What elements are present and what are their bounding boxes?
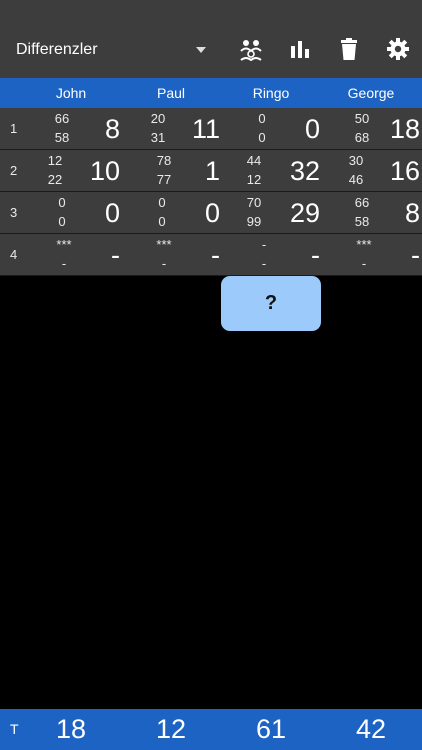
total-paul: 12 <box>155 714 187 744</box>
round-difference: - <box>411 240 420 270</box>
player-name-ringo[interactable]: Ringo <box>221 78 321 108</box>
round-difference: 29 <box>289 198 320 228</box>
round-difference: 8 <box>404 198 420 228</box>
round-difference: 10 <box>89 156 120 186</box>
player-name-john[interactable]: John <box>21 78 121 108</box>
round-difference: - <box>111 240 120 270</box>
round-points: 46 <box>348 172 364 187</box>
player-name-george[interactable]: George <box>321 78 421 108</box>
score-cell[interactable]: 78 77 1 <box>121 150 221 191</box>
round-difference: - <box>211 240 220 270</box>
round-guess: 70 <box>246 195 262 210</box>
score-cell[interactable]: *** - - <box>321 234 422 275</box>
round-points: 31 <box>150 130 166 145</box>
round-points: 12 <box>246 172 262 187</box>
total-john: 18 <box>55 714 87 744</box>
help-label: ? <box>264 292 278 314</box>
round-number: 2 <box>10 163 18 178</box>
round-points: 22 <box>47 172 63 187</box>
score-cell[interactable]: *** - - <box>121 234 221 275</box>
score-cell[interactable]: 0 0 0 <box>21 192 121 233</box>
score-cell[interactable]: 66 58 8 <box>21 108 121 149</box>
round-number: 1 <box>10 121 18 136</box>
chevron-down-icon <box>196 47 206 53</box>
totals-label: T <box>10 721 19 737</box>
round-row-3[interactable]: 3 0 0 0 0 0 0 70 99 29 66 58 8 <box>0 192 422 234</box>
score-cell[interactable]: - - - <box>221 234 321 275</box>
round-points: 99 <box>246 214 262 229</box>
round-guess: 12 <box>47 153 63 168</box>
game-type-dropdown[interactable]: Differenzler <box>16 38 206 62</box>
round-difference: 0 <box>204 198 220 228</box>
player-name-paul[interactable]: Paul <box>121 78 221 108</box>
bar-chart-icon[interactable] <box>287 36 313 62</box>
player-header-row: John Paul Ringo George <box>0 78 422 108</box>
round-difference: 1 <box>204 156 220 186</box>
round-difference: 0 <box>104 198 120 228</box>
score-cell[interactable]: 0 0 0 <box>221 108 321 149</box>
score-cell[interactable]: 0 0 0 <box>121 192 221 233</box>
round-row-2[interactable]: 2 12 22 10 78 77 1 44 12 32 30 46 16 <box>0 150 422 192</box>
round-number: 4 <box>10 247 18 262</box>
totals-row: T 18 12 61 42 <box>0 709 422 750</box>
total-ringo: 61 <box>255 714 287 744</box>
round-difference: - <box>311 240 320 270</box>
round-difference: 32 <box>289 156 320 186</box>
round-guess: 30 <box>348 153 364 168</box>
round-difference: 11 <box>191 114 220 144</box>
score-cell[interactable]: 50 68 18 <box>321 108 422 149</box>
round-difference: 16 <box>389 156 420 186</box>
round-row-4[interactable]: 4 *** - - *** - - - - - *** - - <box>0 234 422 276</box>
score-cell[interactable]: 70 99 29 <box>221 192 321 233</box>
total-george: 42 <box>355 714 387 744</box>
score-cell[interactable]: 12 22 10 <box>21 150 121 191</box>
score-cell[interactable]: 44 12 32 <box>221 150 321 191</box>
round-difference: 18 <box>389 114 420 144</box>
round-guess: 20 <box>150 111 166 126</box>
trash-icon[interactable] <box>336 36 362 62</box>
gear-icon[interactable] <box>385 36 411 62</box>
score-cell[interactable]: 30 46 16 <box>321 150 422 191</box>
score-cell[interactable]: 66 58 8 <box>321 192 422 233</box>
score-cell[interactable]: 20 31 11 <box>121 108 221 149</box>
toolbar: Differenzler <box>0 0 422 78</box>
round-difference: 8 <box>104 114 120 144</box>
round-number: 3 <box>10 205 18 220</box>
round-row-1[interactable]: 1 66 58 8 20 31 11 0 0 0 50 68 18 <box>0 108 422 150</box>
players-icon[interactable] <box>238 36 264 62</box>
game-type-label: Differenzler <box>16 41 98 58</box>
help-button[interactable]: ? <box>221 276 321 331</box>
score-cell[interactable]: *** - - <box>21 234 121 275</box>
round-guess: 44 <box>246 153 262 168</box>
round-difference: 0 <box>304 114 320 144</box>
